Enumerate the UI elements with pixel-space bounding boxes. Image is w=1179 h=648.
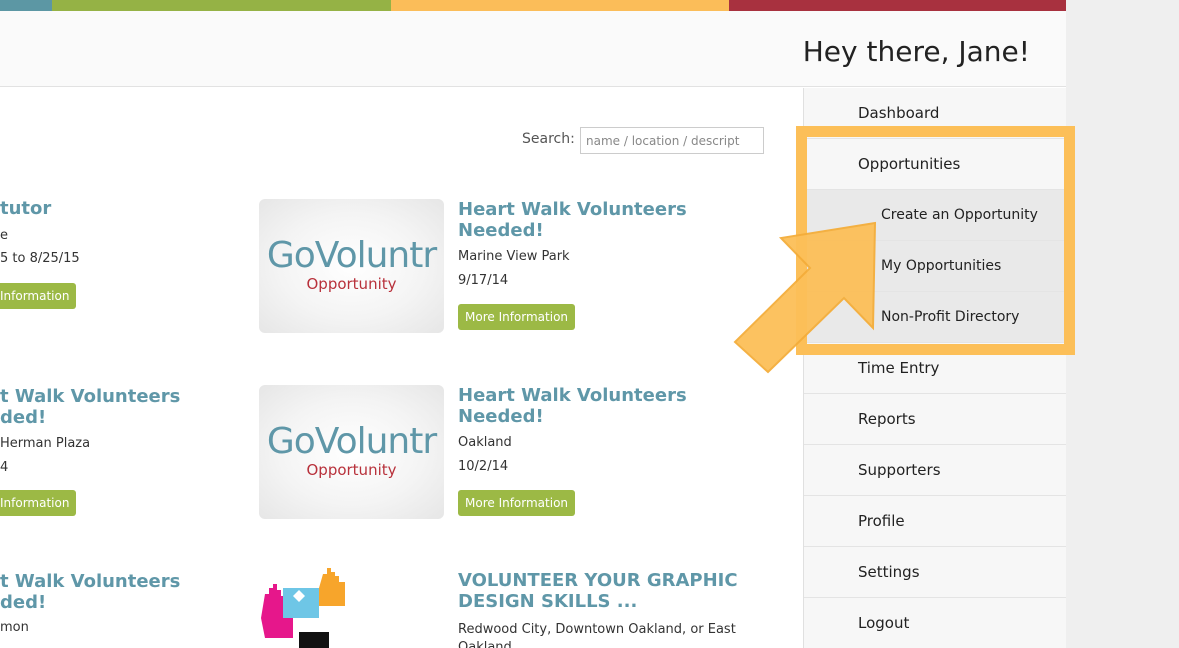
opportunity-location: mon xyxy=(0,620,29,635)
opportunity-location-line2: Oakland xyxy=(458,640,512,648)
greeting: Hey there, Jane! xyxy=(802,35,1030,68)
opportunity-thumbnail[interactable]: GoVoluntr Opportunity xyxy=(259,199,444,333)
sidebar-item-profile[interactable]: Profile xyxy=(804,496,1066,547)
brand-stripe-green xyxy=(52,0,391,11)
search-input[interactable] xyxy=(580,127,764,154)
opportunity-title[interactable]: Heart Walk Volunteers xyxy=(458,200,687,220)
search-label: Search: xyxy=(522,131,575,147)
opportunity-title[interactable]: VOLUNTEER YOUR GRAPHIC xyxy=(458,571,738,591)
header: Hey there, Jane! xyxy=(0,11,1066,87)
right-gutter xyxy=(1066,0,1179,648)
opportunity-title[interactable]: t Walk Volunteers xyxy=(0,572,180,592)
opportunity-date: 10/2/14 xyxy=(458,459,509,474)
opportunity-thumbnail[interactable]: GoVoluntr Opportunity xyxy=(259,385,444,519)
opportunity-location: Redwood City, Downtown Oakland, or East xyxy=(458,622,736,637)
opportunity-title-line2[interactable]: Needed! xyxy=(458,407,544,427)
opportunity-title-line2[interactable]: ded! xyxy=(0,593,46,613)
brand-stripe-red xyxy=(729,0,1066,11)
hands-icon xyxy=(261,568,345,648)
more-information-button[interactable]: More Information xyxy=(458,304,576,330)
opportunity-location: Marine View Park xyxy=(458,249,570,264)
more-information-button[interactable]: Information xyxy=(0,283,77,309)
brand-stripe-orange xyxy=(391,0,729,11)
opportunity-location: Herman Plaza xyxy=(0,436,91,451)
brand-stripe-blue xyxy=(0,0,52,11)
sidebar-item-supporters[interactable]: Supporters xyxy=(804,445,1066,496)
more-information-button[interactable]: More Information xyxy=(458,490,576,516)
opportunity-location: e xyxy=(0,228,8,243)
govoluntr-logo: GoVoluntr xyxy=(266,235,437,276)
highlight-box xyxy=(796,126,1075,355)
more-information-button[interactable]: Information xyxy=(0,490,77,516)
opportunity-location: Oakland xyxy=(458,435,512,450)
opportunity-title-line2[interactable]: Needed! xyxy=(458,221,544,241)
sidebar-item-logout[interactable]: Logout xyxy=(804,598,1066,648)
opportunity-title[interactable]: Heart Walk Volunteers xyxy=(458,386,687,406)
hands-logo-image[interactable] xyxy=(259,566,379,648)
sidebar-item-reports[interactable]: Reports xyxy=(804,394,1066,445)
opportunity-title[interactable]: t Walk Volunteers xyxy=(0,387,180,407)
opportunity-date: 9/17/14 xyxy=(458,273,509,288)
sidebar-item-settings[interactable]: Settings xyxy=(804,547,1066,598)
govoluntr-logo: GoVoluntr xyxy=(266,421,437,462)
opportunity-title[interactable]: tutor xyxy=(0,199,51,219)
opportunity-date: 5 to 8/25/15 xyxy=(0,251,80,266)
opportunity-title-line2[interactable]: ded! xyxy=(0,408,46,428)
logo-subtitle: Opportunity xyxy=(306,461,397,479)
opportunity-date: 4 xyxy=(0,460,9,475)
opportunity-title-line2[interactable]: DESIGN SKILLS ... xyxy=(458,592,637,612)
logo-subtitle: Opportunity xyxy=(306,275,397,293)
